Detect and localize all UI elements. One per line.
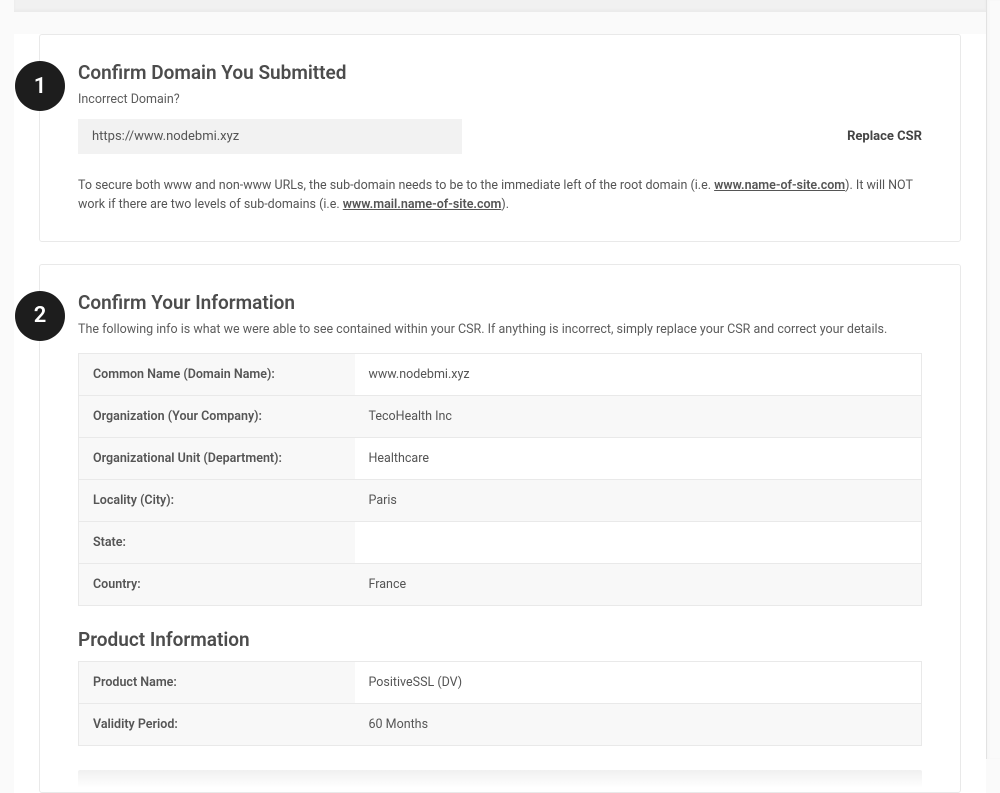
value-country: France <box>355 563 922 605</box>
table-row: Organization (Your Company): TecoHealth … <box>79 395 922 437</box>
product-info-heading: Product Information <box>78 628 922 651</box>
table-row: Validity Period: 60 Months <box>79 703 922 745</box>
table-row: Organizational Unit (Department): Health… <box>79 437 922 479</box>
value-state <box>355 521 922 563</box>
product-info-table: Product Name: PositiveSSL (DV) Validity … <box>78 661 922 746</box>
table-row: Locality (City): Paris <box>79 479 922 521</box>
note-example-2: www.mail.name-of-site.com <box>343 197 502 212</box>
step-badge-1: 1 <box>15 61 65 111</box>
step-confirm-info: 2 Confirm Your Information The following… <box>39 264 961 793</box>
step2-intro: The following info is what we were able … <box>78 322 922 337</box>
step1-title: Confirm Domain You Submitted <box>78 61 922 84</box>
value-common-name: www.nodebmi.xyz <box>355 353 922 395</box>
step-confirm-domain: 1 Confirm Domain You Submitted Incorrect… <box>39 34 961 242</box>
label-country: Country: <box>79 563 355 605</box>
table-row: Common Name (Domain Name): www.nodebmi.x… <box>79 353 922 395</box>
incorrect-domain-label: Incorrect Domain? <box>78 92 922 107</box>
label-validity: Validity Period: <box>79 703 355 745</box>
value-product-name: PositiveSSL (DV) <box>355 661 922 703</box>
value-validity: 60 Months <box>355 703 922 745</box>
note-text-1: To secure both www and non-www URLs, the… <box>78 178 714 193</box>
csr-info-table: Common Name (Domain Name): www.nodebmi.x… <box>78 353 922 606</box>
step-badge-2: 2 <box>15 291 65 341</box>
label-common-name: Common Name (Domain Name): <box>79 353 355 395</box>
section-divider-shadow <box>78 770 922 788</box>
label-state: State: <box>79 521 355 563</box>
table-row: Product Name: PositiveSSL (DV) <box>79 661 922 703</box>
value-organization: TecoHealth Inc <box>355 395 922 437</box>
value-locality: Paris <box>355 479 922 521</box>
label-organization: Organization (Your Company): <box>79 395 355 437</box>
value-org-unit: Healthcare <box>355 437 922 479</box>
domain-input[interactable]: https://www.nodebmi.xyz <box>78 119 462 154</box>
table-row: Country: France <box>79 563 922 605</box>
replace-csr-link[interactable]: Replace CSR <box>847 129 922 144</box>
domain-note: To secure both www and non-www URLs, the… <box>78 176 922 215</box>
label-product-name: Product Name: <box>79 661 355 703</box>
note-text-3: ). <box>501 197 509 212</box>
label-org-unit: Organizational Unit (Department): <box>79 437 355 479</box>
step2-title: Confirm Your Information <box>78 291 922 314</box>
label-locality: Locality (City): <box>79 479 355 521</box>
scrollbar-track[interactable] <box>986 0 1000 759</box>
table-row: State: <box>79 521 922 563</box>
note-example-1: www.name-of-site.com <box>714 178 845 193</box>
